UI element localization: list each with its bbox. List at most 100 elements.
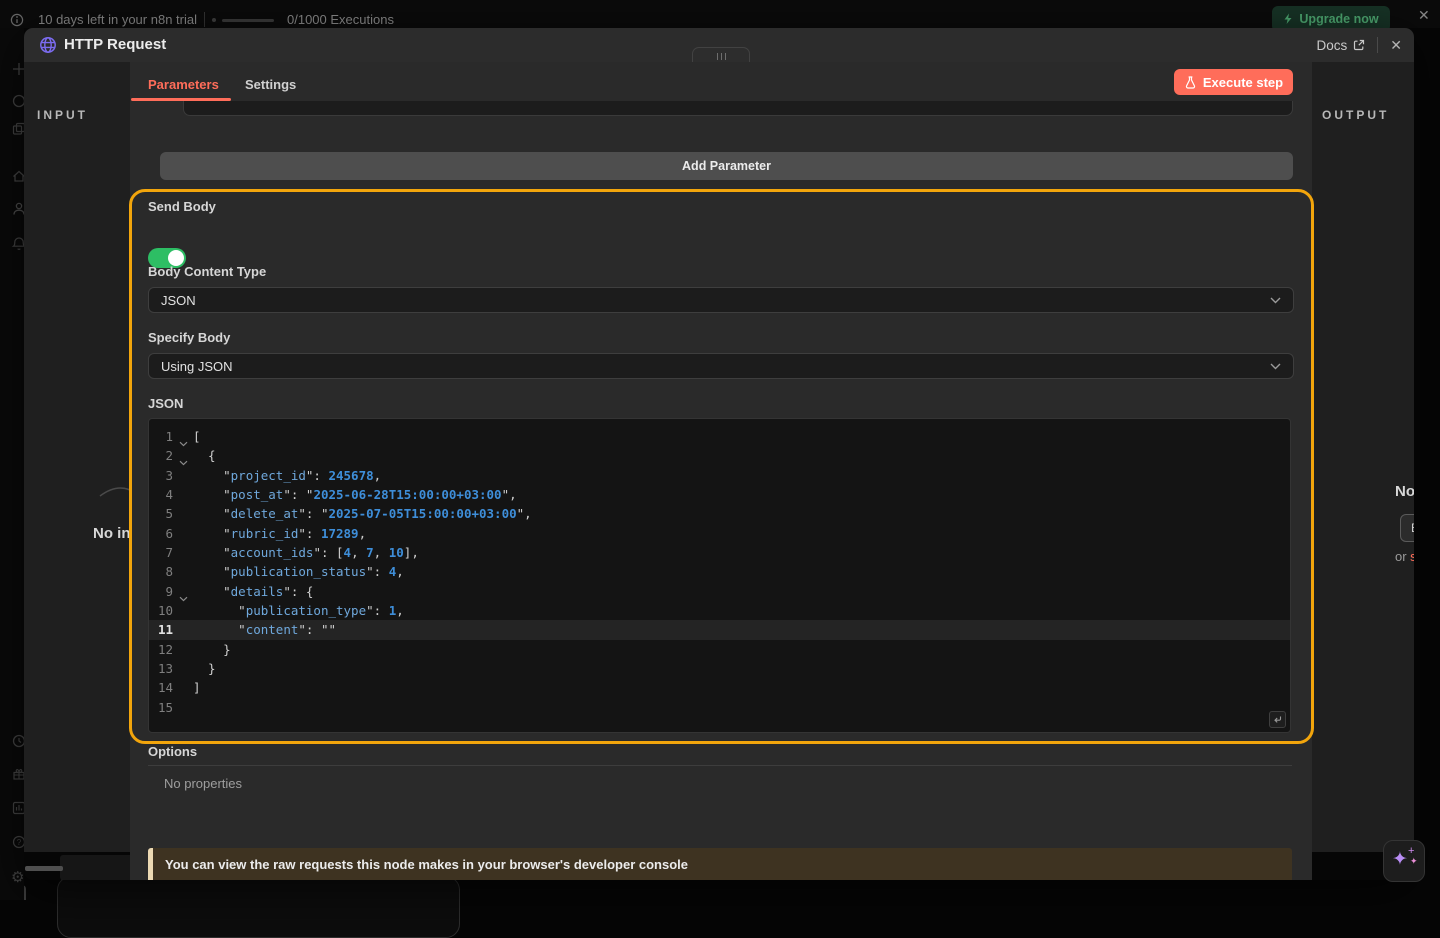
user-icon[interactable]	[11, 201, 24, 219]
code-text: ]	[193, 678, 201, 697]
code-text: }	[193, 659, 216, 678]
fold-gutter	[173, 485, 193, 504]
code-line-7[interactable]: 7 "account_ids": [4, 7, 10],	[149, 543, 1290, 562]
code-text: "publication_type": 1,	[193, 601, 404, 620]
line-number: 5	[149, 504, 173, 523]
fold-gutter	[173, 543, 193, 562]
tab-settings[interactable]: Settings	[245, 77, 296, 92]
docs-link[interactable]: Docs	[1317, 38, 1366, 53]
left-rail: ? ⚙	[0, 28, 24, 900]
circle-node-icon[interactable]	[11, 93, 24, 111]
code-line-10[interactable]: 10 "publication_type": 1,	[149, 601, 1290, 620]
input-panel-label: INPUT	[37, 108, 88, 122]
code-text: "post_at": "2025-06-28T15:00:00+03:00",	[193, 485, 517, 504]
ai-assistant-button[interactable]: ✦ + ✦	[1383, 840, 1425, 882]
input-empty-message: No input data yet	[93, 525, 130, 542]
fold-gutter	[173, 562, 193, 581]
fold-chevron-icon[interactable]	[173, 427, 193, 446]
tab-parameters[interactable]: Parameters	[148, 77, 219, 92]
add-node-icon[interactable]	[11, 61, 24, 79]
line-number: 12	[149, 640, 173, 659]
code-text: "details": {	[193, 582, 313, 601]
fold-gutter	[173, 640, 193, 659]
code-line-5[interactable]: 5 "delete_at": "2025-07-05T15:00:00+03:0…	[149, 504, 1290, 523]
line-number: 3	[149, 466, 173, 485]
fold-gutter	[173, 659, 193, 678]
add-parameter-button[interactable]: Add Parameter	[160, 152, 1293, 180]
code-text: "content": ""	[193, 620, 336, 639]
code-line-14[interactable]: 14]	[149, 678, 1290, 697]
code-text: }	[193, 640, 231, 659]
help-icon[interactable]: ?	[11, 834, 24, 852]
set-mock-data-link[interactable]: set mock data	[1410, 549, 1414, 564]
code-line-13[interactable]: 13 }	[149, 659, 1290, 678]
output-empty-message: No output data yet	[1395, 483, 1414, 500]
flask-icon	[1184, 76, 1197, 89]
code-line-15[interactable]: 15	[149, 698, 1290, 717]
json-field-label: JSON	[148, 396, 183, 411]
mock-data-hint: or set mock data	[1395, 549, 1414, 564]
json-code-editor[interactable]: 1[2 {3 "project_id": 245678,4 "post_at":…	[148, 418, 1291, 733]
line-number: 6	[149, 524, 173, 543]
execute-step-button[interactable]: Execute step	[1174, 69, 1293, 95]
code-line-2[interactable]: 2 {	[149, 446, 1290, 465]
fold-gutter	[173, 466, 193, 485]
modal-close-icon[interactable]: ✕	[1390, 37, 1402, 54]
code-text: "publication_status": 4,	[193, 562, 404, 581]
line-number: 7	[149, 543, 173, 562]
output-panel: OUTPUT No output data yet Execute step o…	[1312, 62, 1414, 852]
code-line-1[interactable]: 1[	[149, 427, 1290, 446]
no-properties-text: No properties	[164, 776, 242, 791]
body-content-type-select[interactable]: JSON	[148, 287, 1294, 313]
canvas-frame-fragment	[57, 876, 460, 938]
parameter-value-field[interactable]	[183, 101, 1293, 116]
dev-console-notice: You can view the raw requests this node …	[148, 848, 1292, 880]
fold-chevron-icon[interactable]	[173, 582, 193, 601]
history-icon[interactable]	[11, 733, 24, 751]
line-number: 8	[149, 562, 173, 581]
parameters-panel: Parameters Settings Execute step Add Par…	[130, 62, 1312, 880]
bell-icon[interactable]	[11, 236, 24, 254]
home-icon[interactable]	[11, 168, 24, 186]
code-line-8[interactable]: 8 "publication_status": 4,	[149, 562, 1290, 581]
code-line-3[interactable]: 3 "project_id": 245678,	[149, 466, 1290, 485]
options-label: Options	[148, 744, 197, 759]
fold-gutter	[173, 678, 193, 697]
http-request-modal: HTTP Request Docs ✕ INPUT No input data …	[24, 28, 1414, 880]
settings-gear-icon[interactable]: ⚙	[11, 868, 24, 886]
fold-gutter	[173, 698, 193, 717]
connector-curve	[98, 482, 130, 503]
templates-icon[interactable]	[11, 800, 24, 818]
output-execute-button[interactable]: Execute step	[1400, 514, 1414, 542]
code-line-6[interactable]: 6 "rubric_id": 17289,	[149, 524, 1290, 543]
options-divider	[148, 765, 1292, 766]
fold-chevron-icon[interactable]	[173, 446, 193, 465]
line-number: 2	[149, 446, 173, 465]
code-text: [	[193, 427, 201, 446]
line-number: 1	[149, 427, 173, 446]
trial-countdown: 10 days left in your n8n trial	[38, 12, 197, 27]
header-divider	[1377, 37, 1378, 53]
editor-resize-grip[interactable]	[1269, 711, 1286, 728]
code-line-11[interactable]: 11 "content": ""	[149, 620, 1290, 639]
line-number: 11	[149, 620, 173, 639]
executions-meter	[222, 19, 274, 22]
fold-gutter	[173, 524, 193, 543]
globe-icon	[38, 35, 58, 60]
specify-body-label: Specify Body	[148, 330, 230, 345]
line-number: 10	[149, 601, 173, 620]
page-close-icon[interactable]: ✕	[1418, 7, 1430, 24]
fold-gutter	[173, 620, 193, 639]
code-text: "delete_at": "2025-07-05T15:00:00+03:00"…	[193, 504, 532, 523]
line-number: 9	[149, 582, 173, 601]
code-line-4[interactable]: 4 "post_at": "2025-06-28T15:00:00+03:00"…	[149, 485, 1290, 504]
code-line-12[interactable]: 12 }	[149, 640, 1290, 659]
line-number: 13	[149, 659, 173, 678]
gift-icon[interactable]	[11, 766, 24, 784]
specify-body-select[interactable]: Using JSON	[148, 353, 1294, 379]
svg-text:?: ?	[17, 838, 22, 847]
line-number: 15	[149, 698, 173, 717]
send-body-label: Send Body	[148, 199, 216, 214]
copy-icon[interactable]	[11, 121, 24, 139]
code-line-9[interactable]: 9 "details": {	[149, 582, 1290, 601]
